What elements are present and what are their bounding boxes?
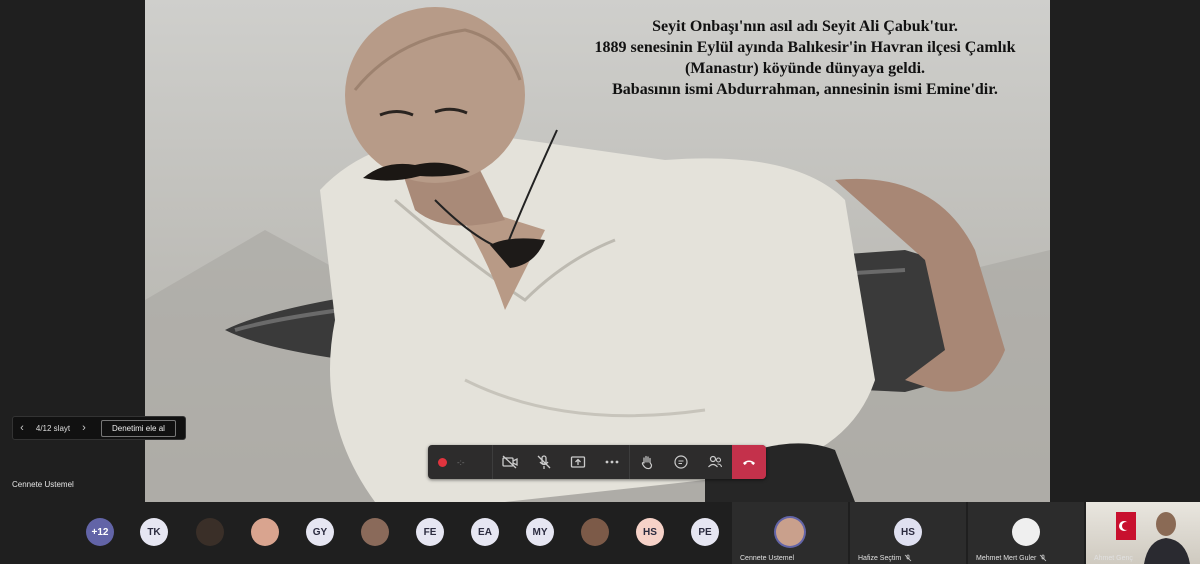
participant-avatar[interactable]: EA	[471, 518, 499, 546]
meeting-controls-bar: -:-	[428, 445, 766, 479]
camera-off-icon	[502, 455, 518, 469]
microphone-off-icon	[904, 554, 912, 562]
participant-tile-cennete[interactable]: Cennete Ustemel	[732, 502, 848, 564]
record-dot-icon	[438, 457, 447, 467]
slide-text-line-2: 1889 senesinin Eylül ayında Balıkesir'in…	[594, 39, 1016, 56]
participant-avatar[interactable]: HS	[636, 518, 664, 546]
shared-content-stage: Seyit Onbaşı'nın asıl adı Seyit Ali Çabu…	[0, 0, 1200, 502]
slide-navigation: ‹ 4/12 slayt › Denetimi ele al	[12, 416, 186, 440]
previous-slide-icon[interactable]: ‹	[13, 422, 31, 434]
tile-name-text: Hafize Seçtim	[858, 554, 902, 562]
participant-avatar[interactable]: TK	[140, 518, 168, 546]
people-icon	[708, 455, 723, 468]
share-screen-icon	[570, 456, 586, 468]
participant-tile-mehmet[interactable]: Mehmet Mert Guler	[968, 502, 1084, 564]
participant-photo-avatar	[776, 518, 804, 546]
participant-tile-name: Cennete Ustemel	[740, 555, 794, 562]
self-video-preview[interactable]: Ahmet Genç	[1086, 502, 1200, 564]
next-slide-icon[interactable]: ›	[75, 422, 93, 434]
participant-photo-avatar[interactable]	[196, 518, 224, 546]
slide-text-block: Seyit Onbaşı'nın asıl adı Seyit Ali Çabu…	[575, 16, 1035, 100]
tile-name-text: Cennete Ustemel	[740, 555, 795, 562]
participant-tile-hafize[interactable]: HS Hafize Seçtim	[850, 502, 966, 564]
recording-indicator[interactable]: -:-	[428, 445, 492, 479]
microphone-off-icon	[537, 455, 551, 469]
microphone-off-icon	[1040, 554, 1047, 562]
participants-button[interactable]	[698, 445, 732, 479]
participant-photo-avatar[interactable]	[581, 518, 609, 546]
hang-up-icon	[743, 460, 755, 465]
share-content-button[interactable]	[561, 445, 595, 479]
more-options-icon	[605, 460, 619, 464]
participant-photo-avatar[interactable]	[361, 518, 389, 546]
presentation-slide: Seyit Onbaşı'nın asıl adı Seyit Ali Çabu…	[145, 0, 1050, 502]
self-name: Ahmet Genç	[1094, 555, 1133, 562]
mute-button[interactable]	[527, 445, 561, 479]
participant-tile-name: Hafize Seçtim	[858, 554, 912, 562]
slide-text-line-3: (Manastır) köyünde dünyaya geldi.	[684, 60, 926, 77]
tile-name-text: Mehmet Mert Guler	[976, 554, 1037, 562]
slide-text-line-1: Seyit Onbaşı'nın asıl adı Seyit Ali Çabu…	[652, 18, 958, 35]
raise-hand-icon	[641, 455, 653, 470]
slide-text-line-4: Babasının ismi Abdurrahman, annesinin is…	[612, 81, 998, 98]
presenter-name: Cennete Ustemel	[12, 480, 74, 489]
chat-icon	[674, 455, 688, 469]
participant-avatar[interactable]: PE	[691, 518, 719, 546]
camera-off-button[interactable]	[492, 445, 527, 479]
take-control-button[interactable]: Denetimi ele al	[101, 419, 176, 437]
more-participants-button[interactable]: +12	[86, 518, 114, 546]
more-actions-button[interactable]	[595, 445, 629, 479]
leave-call-button[interactable]	[732, 445, 766, 479]
raise-hand-button[interactable]	[629, 445, 664, 479]
participant-avatar[interactable]: GY	[306, 518, 334, 546]
participant-avatar[interactable]: FE	[416, 518, 444, 546]
participant-avatar: HS	[894, 518, 922, 546]
call-timer: -:-	[457, 457, 465, 467]
participant-tile-name: Mehmet Mert Guler	[976, 554, 1047, 562]
chat-button[interactable]	[664, 445, 698, 479]
participant-photo-avatar	[1012, 518, 1040, 546]
slide-counter: 4/12 slayt	[35, 423, 71, 433]
participant-avatar[interactable]: MY	[526, 518, 554, 546]
participant-photo-avatar[interactable]	[251, 518, 279, 546]
